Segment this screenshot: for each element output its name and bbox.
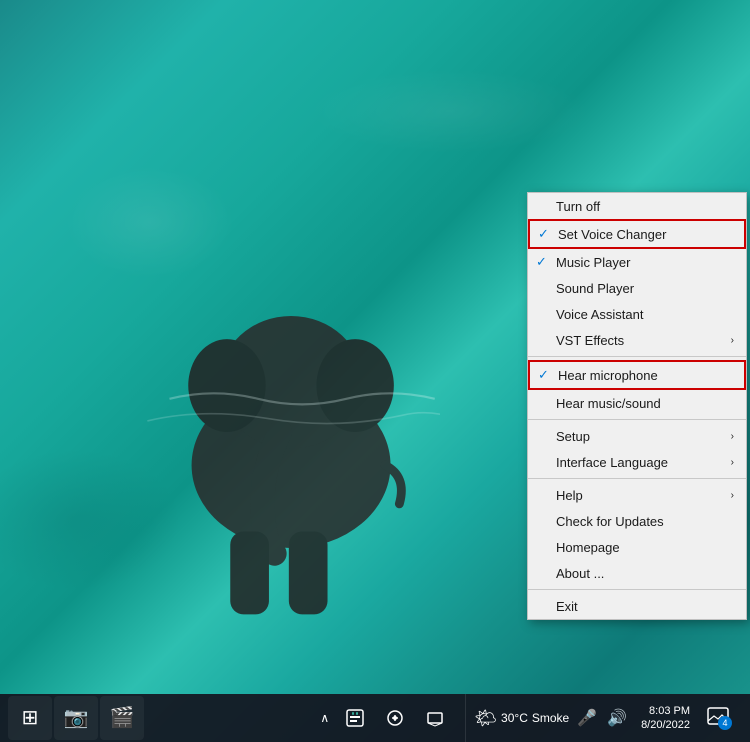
separator	[528, 589, 746, 590]
check-icon-music-player: ✓	[536, 254, 556, 270]
menu-item-music-player[interactable]: ✓Music Player	[528, 249, 746, 275]
taskbar-program-prog3[interactable]: 🎬	[100, 696, 144, 740]
menu-label-homepage: Homepage	[556, 540, 734, 555]
menu-item-about[interactable]: About ...	[528, 560, 746, 586]
date-display: 8/20/2022	[641, 718, 690, 732]
tray-icons: ∧	[312, 700, 457, 736]
menu-label-about: About ...	[556, 566, 734, 581]
menu-label-set-voice-changer: Set Voice Changer	[558, 227, 732, 242]
taskbar-left: ⊞📷🎬	[0, 696, 144, 740]
arrow-icon-help: ›	[731, 490, 734, 501]
notification-badge[interactable]: 4	[702, 702, 734, 734]
check-icon-set-voice-changer: ✓	[538, 226, 558, 242]
menu-label-interface-language: Interface Language	[556, 455, 731, 470]
menu-label-sound-player: Sound Player	[556, 281, 734, 296]
tray-app-icon-2[interactable]	[377, 700, 413, 736]
separator	[528, 419, 746, 420]
menu-label-hear-music-sound: Hear music/sound	[556, 396, 734, 411]
clock-area[interactable]: 8:03 PM 8/20/2022	[635, 704, 696, 733]
menu-label-setup: Setup	[556, 429, 731, 444]
menu-item-voice-assistant[interactable]: Voice Assistant	[528, 301, 746, 327]
time-display: 8:03 PM	[649, 704, 690, 718]
arrow-icon-vst-effects: ›	[731, 335, 734, 346]
arrow-icon-interface-language: ›	[731, 457, 734, 468]
separator	[528, 356, 746, 357]
taskbar-programs: ⊞📷🎬	[8, 696, 144, 740]
menu-item-hear-microphone[interactable]: ✓Hear microphone	[528, 360, 746, 390]
menu-item-exit[interactable]: Exit	[528, 593, 746, 619]
separator	[528, 478, 746, 479]
menu-item-vst-effects[interactable]: VST Effects›	[528, 327, 746, 353]
context-menu: Turn off✓Set Voice Changer✓Music PlayerS…	[527, 192, 747, 620]
chevron-up-icon[interactable]: ∧	[316, 711, 333, 725]
menu-item-set-voice-changer[interactable]: ✓Set Voice Changer	[528, 219, 746, 249]
taskbar-right: ∧	[312, 694, 750, 742]
taskbar: ⊞📷🎬 ∧	[0, 694, 750, 742]
weather-info: 🌤 30°C Smoke	[474, 708, 569, 729]
menu-item-homepage[interactable]: Homepage	[528, 534, 746, 560]
speaker-icon[interactable]: 🔊	[605, 706, 629, 730]
taskbar-program-prog1[interactable]: ⊞	[8, 696, 52, 740]
menu-label-hear-microphone: Hear microphone	[558, 368, 732, 383]
menu-item-hear-music-sound[interactable]: Hear music/sound	[528, 390, 746, 416]
menu-label-music-player: Music Player	[556, 255, 734, 270]
menu-label-check-for-updates: Check for Updates	[556, 514, 734, 529]
arrow-icon-setup: ›	[731, 431, 734, 442]
check-icon-hear-microphone: ✓	[538, 367, 558, 383]
menu-item-sound-player[interactable]: Sound Player	[528, 275, 746, 301]
weather-condition: Smoke	[532, 711, 569, 725]
system-tray: 🌤 30°C Smoke 🎤 🔊 8:03 PM 8/20/2022 4	[465, 694, 742, 742]
menu-item-setup[interactable]: Setup›	[528, 423, 746, 449]
tray-app-icon-3[interactable]	[417, 700, 453, 736]
menu-label-vst-effects: VST Effects	[556, 333, 731, 348]
menu-label-help: Help	[556, 488, 731, 503]
menu-label-voice-assistant: Voice Assistant	[556, 307, 734, 322]
menu-item-help[interactable]: Help›	[528, 482, 746, 508]
taskbar-program-prog2[interactable]: 📷	[54, 696, 98, 740]
menu-item-turn-off[interactable]: Turn off	[528, 193, 746, 219]
menu-label-exit: Exit	[556, 599, 734, 614]
temperature: 30°C	[501, 711, 528, 725]
microphone-icon[interactable]: 🎤	[575, 706, 599, 730]
menu-item-check-for-updates[interactable]: Check for Updates	[528, 508, 746, 534]
menu-item-interface-language[interactable]: Interface Language›	[528, 449, 746, 475]
weather-icon: 🌤	[474, 708, 497, 729]
menu-label-turn-off: Turn off	[556, 199, 734, 214]
notification-count: 4	[718, 716, 732, 730]
tray-app-icon-1[interactable]	[337, 700, 373, 736]
